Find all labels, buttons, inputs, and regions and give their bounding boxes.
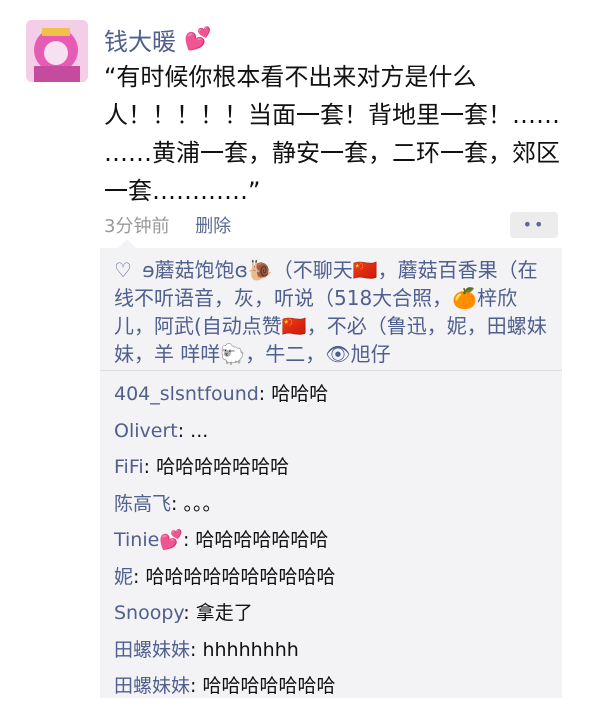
comment-item[interactable]: 田螺妹妹: hhhhhhhh <box>114 632 554 669</box>
comment-text: : 哈哈哈哈哈哈哈哈哈哈 <box>133 565 336 588</box>
comment-text: : 哈哈哈哈哈哈哈 <box>190 675 336 697</box>
comment-author[interactable]: Tinie💕 <box>114 529 183 551</box>
comment-item[interactable]: 田螺妹妹: 哈哈哈哈哈哈哈 <box>114 668 554 705</box>
comment-author[interactable]: 田螺妹妹 <box>114 639 190 661</box>
comment-author[interactable]: Snoopy <box>114 602 183 624</box>
comment-author[interactable]: 田螺妹妹 <box>114 675 190 697</box>
comment-text: : ... <box>177 419 209 442</box>
comment-item[interactable]: Tinie💕: 哈哈哈哈哈哈哈 <box>114 522 554 559</box>
comment-item[interactable]: 404_slsntfound: 哈哈哈 <box>114 376 554 413</box>
comment-text: : 哈哈哈哈哈哈哈 <box>182 529 329 551</box>
avatar[interactable] <box>26 20 88 82</box>
post-author[interactable]: 钱大暖 💕 <box>104 22 211 57</box>
likes-list: ♡ ɘ蘑菇饱饱ɞ🐌（不聊天🇨🇳，蘑菇百香果（在线不听语音，灰，听说（518大合照… <box>114 256 554 368</box>
comment-item[interactable]: Snoopy: 拿走了 <box>114 595 554 632</box>
comment-item[interactable]: 陈高飞: 。。。 <box>114 486 554 523</box>
interactions-panel: ♡ ɘ蘑菇饱饱ɞ🐌（不聊天🇨🇳，蘑菇百香果（在线不听语音，灰，听说（518大合照… <box>100 239 562 698</box>
likes-text[interactable]: ɘ蘑菇饱饱ɞ🐌（不聊天🇨🇳，蘑菇百香果（在线不听语音，灰，听说（518大合照，🍊… <box>114 258 547 366</box>
avatar-image <box>26 20 88 82</box>
divider <box>100 370 562 371</box>
comment-item[interactable]: Olivert: ... <box>114 413 554 450</box>
post-time: 3分钟前 <box>104 216 170 237</box>
comment-text: : hhhhhhhh <box>190 638 299 661</box>
comments-list: 404_slsntfound: 哈哈哈 Olivert: ... FiFi: 哈… <box>114 376 554 705</box>
author-name[interactable]: 钱大暖 <box>104 22 176 57</box>
post-meta: 3分钟前 删除 <box>104 212 231 238</box>
comment-item[interactable]: FiFi: 哈哈哈哈哈哈哈 <box>114 449 554 486</box>
comment-author[interactable]: 妮 <box>114 566 133 588</box>
comment-text: : 哈哈哈 <box>258 383 329 405</box>
comment-author[interactable]: FiFi <box>114 456 144 478</box>
comment-author[interactable]: Olivert <box>114 420 178 442</box>
comment-text: : 哈哈哈哈哈哈哈 <box>143 456 290 478</box>
comment-author[interactable]: 陈高飞 <box>114 493 171 515</box>
heart-emoji-icon: 💕 <box>184 27 212 52</box>
comment-author[interactable]: 404_slsntfound <box>114 383 259 405</box>
comment-text: : 。。。 <box>171 492 222 515</box>
more-options-button[interactable]: •• <box>510 212 558 238</box>
post-text: “有时候你根本看不出来对方是什么人！！！！！当面一套！背地里一套！…… ……黄浦… <box>104 63 560 205</box>
comment-item[interactable]: 妮: 哈哈哈哈哈哈哈哈哈哈 <box>114 559 554 596</box>
delete-button[interactable]: 删除 <box>195 216 231 237</box>
like-heart-icon: ♡ <box>114 258 132 282</box>
comment-text: : 拿走了 <box>183 602 253 624</box>
